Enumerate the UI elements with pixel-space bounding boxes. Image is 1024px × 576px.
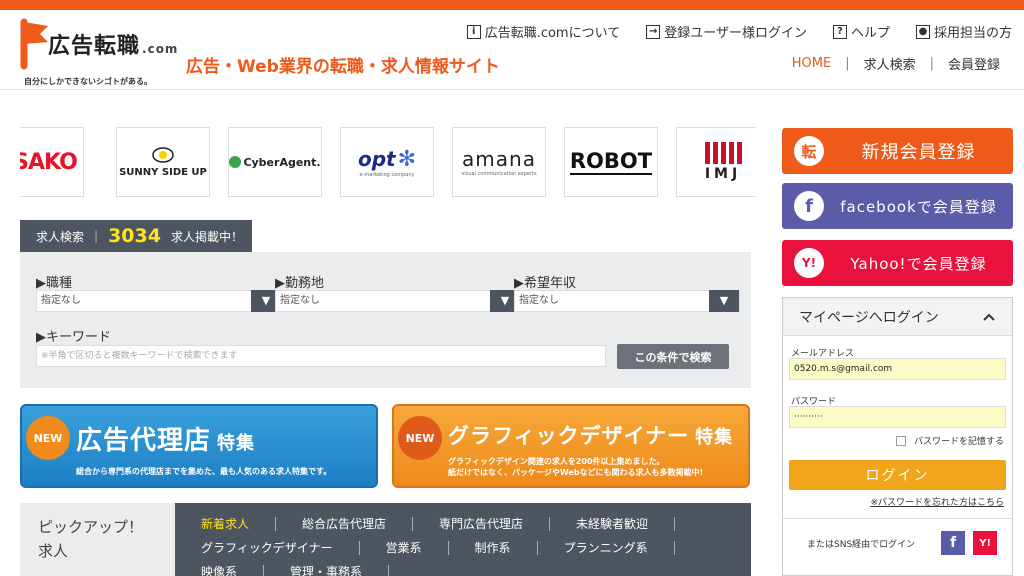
job-type-label: ▶職種 (36, 276, 72, 291)
login-button[interactable]: ログイン (789, 460, 1006, 490)
banner-description: 紙だけではなく、パッケージやWebなどにも関わる求人も多数掲載中! (448, 468, 704, 477)
email-field[interactable]: 0520.m.s@gmail.com (789, 358, 1006, 380)
sns-login: またはSNS経由でログイン f Y! (783, 518, 1012, 555)
info-icon: i (466, 24, 481, 39)
pickup-general-agency[interactable]: 総合広告代理店 (276, 517, 414, 531)
job-type-select[interactable]: 指定なし ▼ (36, 290, 282, 312)
sub-nav: HOME | 求人検索 | 会員登録 (778, 54, 1014, 73)
company-logo-sunny-side-up[interactable]: SUNNY SIDE UP (116, 127, 210, 197)
yahoo-login-icon[interactable]: Y! (973, 531, 998, 555)
banner-description: 総合から専門系の代理店までを集めた、最も人気のある求人特集です。 (76, 467, 332, 476)
forgot-password-link[interactable]: ※パスワードを忘れた方はこちら (870, 495, 1004, 508)
logo-title: 広告転職 .com (48, 34, 179, 59)
help-icon: ? (832, 24, 847, 39)
link-user-login[interactable]: → 登録ユーザー様ログイン (646, 22, 807, 41)
keyword-input[interactable]: ※半角で区切ると複数キーワードで検索できます (36, 345, 606, 367)
keyword-label: ▶キーワード (36, 330, 111, 345)
cyberagent-mark-icon (229, 156, 242, 168)
nav-home[interactable]: HOME (778, 56, 845, 71)
banner-ad-agency[interactable]: NEW 広告代理店 特集 総合から専門系の代理店までを集めた、最も人気のある求人特… (20, 404, 378, 488)
login-icon: → (646, 24, 661, 39)
remember-password[interactable]: パスワードを記憶する (895, 434, 1004, 447)
facebook-register-button[interactable]: f facebookで会員登録 (782, 183, 1013, 229)
site-header: 広告転職 .com 自分にしかできないシゴトがある。 広告・Web業界の転職・求人… (0, 10, 1024, 90)
person-icon: ● (915, 24, 930, 39)
register-icon: 転 (794, 136, 824, 166)
company-logo-robot[interactable]: ROBOT (564, 127, 658, 197)
password-field[interactable]: ·········· (789, 406, 1006, 428)
link-about[interactable]: i 広告転職.comについて (466, 22, 620, 41)
imj-stripes-icon (704, 142, 742, 164)
new-badge: NEW (26, 416, 70, 460)
nav-register[interactable]: 会員登録 (934, 54, 1014, 73)
location-label: ▶勤務地 (275, 276, 324, 291)
logo-tagline: 自分にしかできないシゴトがある。 (24, 77, 152, 86)
link-help[interactable]: ? ヘルプ (832, 22, 890, 41)
pickup-row: グラフィックデザイナー 営業系 制作系 プランニング系 (175, 541, 675, 555)
top-links: i 広告転職.comについて → 登録ユーザー様ログイン ? ヘルプ ● 採用担当の方 (466, 22, 1012, 41)
yahoo-icon: Y! (794, 248, 824, 278)
chevron-up-icon (983, 313, 995, 321)
link-recruiter[interactable]: ● 採用担当の方 (915, 22, 1012, 41)
salary-label: ▶希望年収 (514, 276, 576, 291)
sparkle-icon: ✻ (397, 146, 417, 172)
location-select[interactable]: 指定なし ▼ (275, 290, 521, 312)
pickup-sales[interactable]: 営業系 (360, 541, 449, 555)
company-logo-carousel: ASAKO SUNNY SIDE UP CyberAgent. opt ✻ e-… (20, 127, 756, 197)
egg-icon (152, 146, 174, 163)
banner-title: 広告代理店 特集 (76, 426, 256, 456)
pickup-row: 新着求人 総合広告代理店 専門広告代理店 未経験者歓迎 (175, 517, 676, 531)
pickup-title: ピックアップ！ 求人 (20, 503, 175, 576)
company-logo-opt[interactable]: opt ✻ e-marketing company (340, 127, 434, 197)
company-logo-cyberagent[interactable]: CyberAgent. (228, 127, 322, 197)
search-button[interactable]: この条件で検索 (617, 344, 729, 369)
pickup-planning[interactable]: プランニング系 (538, 541, 675, 555)
site-logo[interactable]: 広告転職 .com 自分にしかできないシゴトがある。 (20, 18, 180, 88)
company-logo-asako[interactable]: ASAKO (20, 127, 84, 197)
site-tagline: 広告・Web業界の転職・求人情報サイト (186, 57, 500, 77)
pickup-video[interactable]: 映像系 (175, 565, 265, 576)
new-badge: NEW (398, 416, 442, 460)
job-count: 3034 (108, 225, 161, 247)
search-tab: 求人検索 | 3034 求人掲載中！ (20, 220, 252, 252)
login-header[interactable]: マイページへログイン (783, 298, 1012, 336)
facebook-icon: f (794, 191, 824, 221)
banner-graphic-designer[interactable]: NEW グラフィックデザイナー 特集 グラフィックデザイン関連の求人を200件以上… (392, 404, 750, 488)
nav-job-search[interactable]: 求人検索 (850, 54, 930, 73)
login-panel: マイページへログイン メールアドレス 0520.m.s@gmail.com パス… (782, 297, 1013, 576)
pickup-categories: 新着求人 総合広告代理店 専門広告代理店 未経験者歓迎 グラフィックデザイナー … (175, 503, 751, 576)
chevron-down-icon: ▼ (709, 290, 739, 312)
top-accent-bar (0, 0, 1024, 10)
salary-select[interactable]: 指定なし ▼ (514, 290, 740, 312)
banner-title: グラフィックデザイナー 特集 (448, 424, 734, 448)
yahoo-register-button[interactable]: Y! Yahoo!で会員登録 (782, 240, 1013, 286)
pickup-inexperienced[interactable]: 未経験者歓迎 (550, 517, 676, 531)
register-button[interactable]: 転 新規会員登録 (782, 128, 1013, 174)
pickup-new-jobs[interactable]: 新着求人 (175, 517, 277, 531)
company-logo-amana[interactable]: amana visual communication experts (452, 127, 546, 197)
pickup-graphic-designer[interactable]: グラフィックデザイナー (175, 541, 360, 555)
banner-description: グラフィックデザイン関連の求人を200件以上集めました。 (448, 457, 665, 466)
search-panel: ▶職種 指定なし ▼ ▶勤務地 指定なし ▼ ▶希望年収 指定なし ▼ ▶キーワード … (20, 252, 751, 388)
pickup-specialized-agency[interactable]: 専門広告代理店 (413, 517, 551, 531)
remember-checkbox[interactable] (895, 435, 906, 446)
pickup-row: 映像系 管理・事務系 (175, 565, 390, 576)
pickup-production[interactable]: 制作系 (449, 541, 538, 555)
facebook-login-icon[interactable]: f (941, 531, 966, 555)
company-logo-imj[interactable]: IMJ (676, 127, 756, 197)
pickup-admin[interactable]: 管理・事務系 (264, 565, 390, 576)
